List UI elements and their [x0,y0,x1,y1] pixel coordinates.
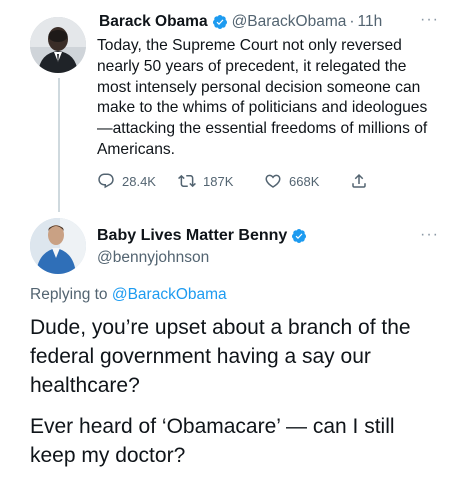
tweet-header: Barack Obama @BarackObama · 11h [99,13,382,31]
reply-paragraph: Dude, you’re upset about a branch of the… [30,316,411,397]
replying-prefix: Replying to [30,286,108,303]
retweet-icon [178,174,196,188]
tweet-actions: 28.4K 187K 668K [97,172,397,194]
avatar-photo [30,17,86,73]
tweet-text: Today, the Supreme Court not only revers… [97,37,428,158]
reply-tweet-text: Dude, you’re upset about a branch of the… [30,313,440,482]
like-icon [265,174,281,188]
author-handle[interactable]: @bennyjohnson [97,249,209,267]
author-name[interactable]: Baby Lives Matter Benny [97,227,287,245]
reply-author-header: Baby Lives Matter Benny [97,227,311,245]
timestamp[interactable]: 11h [358,13,383,31]
author-handle[interactable]: @BarackObama [232,13,347,31]
reply-button[interactable]: 28.4K [97,172,156,190]
separator-dot: · [349,13,355,30]
like-count: 668K [289,173,320,189]
verified-badge-icon [292,229,307,243]
reply-paragraph: Ever heard of ‘Obamacare’ — can I still … [30,415,395,467]
more-options-icon[interactable]: ··· [420,226,439,244]
more-options-icon[interactable]: ··· [420,11,439,29]
original-tweet[interactable]: Barack Obama @BarackObama · 11h ··· Toda… [0,0,456,205]
avatar[interactable] [30,218,86,274]
like-button[interactable]: 668K [264,172,319,190]
avatar[interactable] [30,17,86,73]
reply-count: 28.4K [122,173,156,189]
retweet-count: 187K [203,173,234,189]
reply-icon [98,173,114,189]
share-button[interactable] [350,172,375,190]
verified-badge-icon [212,15,227,29]
replying-to-line: Replying to @BarackObama [30,286,227,304]
author-name[interactable]: Barack Obama [99,13,208,31]
replying-to-link[interactable]: @BarackObama [112,286,227,303]
avatar-photo [30,218,86,274]
retweet-button[interactable]: 187K [178,172,233,190]
share-icon [352,173,366,188]
